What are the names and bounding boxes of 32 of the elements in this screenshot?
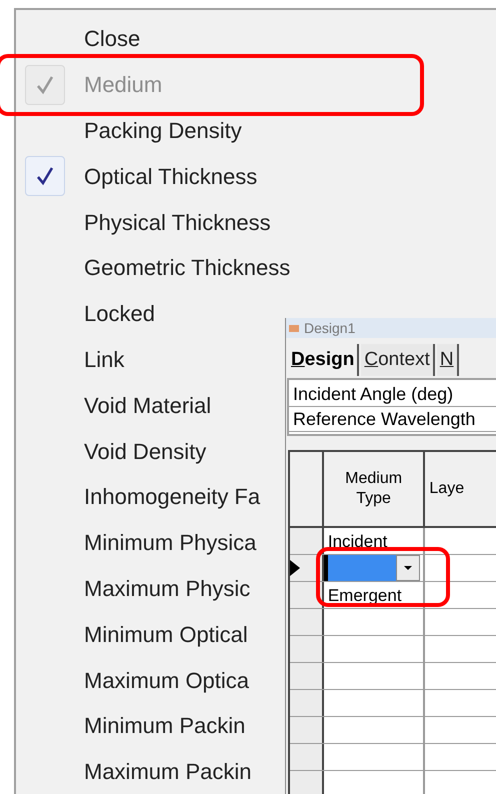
menu-item[interactable]: Packing Density [74, 114, 242, 147]
table-cell: Emergent [324, 582, 426, 608]
menu-item[interactable]: Minimum Packin [74, 709, 246, 742]
menu-item[interactable]: Locked [74, 297, 155, 330]
row-pointer-icon [290, 560, 300, 576]
tab[interactable]: N [436, 344, 459, 376]
checkmark-icon [36, 74, 54, 95]
menu-item[interactable]: Void Density [74, 434, 206, 468]
app-icon [288, 322, 300, 334]
menu-item[interactable]: Maximum Optica [74, 664, 250, 697]
menu-item[interactable]: Minimum Physica [74, 526, 256, 560]
menu-item[interactable]: Minimum Optical [74, 618, 248, 651]
menu-item[interactable]: Void Material [74, 388, 212, 422]
menu-item[interactable]: Maximum Physic [74, 572, 250, 605]
menu-item[interactable]: Link [74, 342, 124, 376]
tab[interactable]: Design [288, 344, 360, 376]
menu-item[interactable]: Optical Thickness [74, 160, 258, 193]
dropdown-field[interactable] [324, 555, 426, 581]
window-title: Design1 [304, 321, 356, 335]
tab[interactable]: Context [361, 344, 435, 376]
caret-icon [404, 566, 412, 570]
menu-item[interactable]: Maximum Packin [74, 755, 252, 788]
menu-item[interactable]: Physical Thickness [74, 206, 271, 239]
checkmark-icon [36, 166, 54, 186]
menu-item[interactable]: Inhomogeneity Fa [74, 480, 260, 514]
column-header: Laye [425, 452, 496, 526]
dropdown-button[interactable] [396, 555, 420, 581]
column-header: Medium Type [324, 452, 426, 526]
property-label: Reference Wavelength [289, 407, 496, 432]
property-label: Incident Angle (deg) [289, 382, 496, 407]
menu-item[interactable]: Close [74, 22, 140, 56]
menu-item[interactable]: Geometric Thickness [74, 251, 290, 284]
